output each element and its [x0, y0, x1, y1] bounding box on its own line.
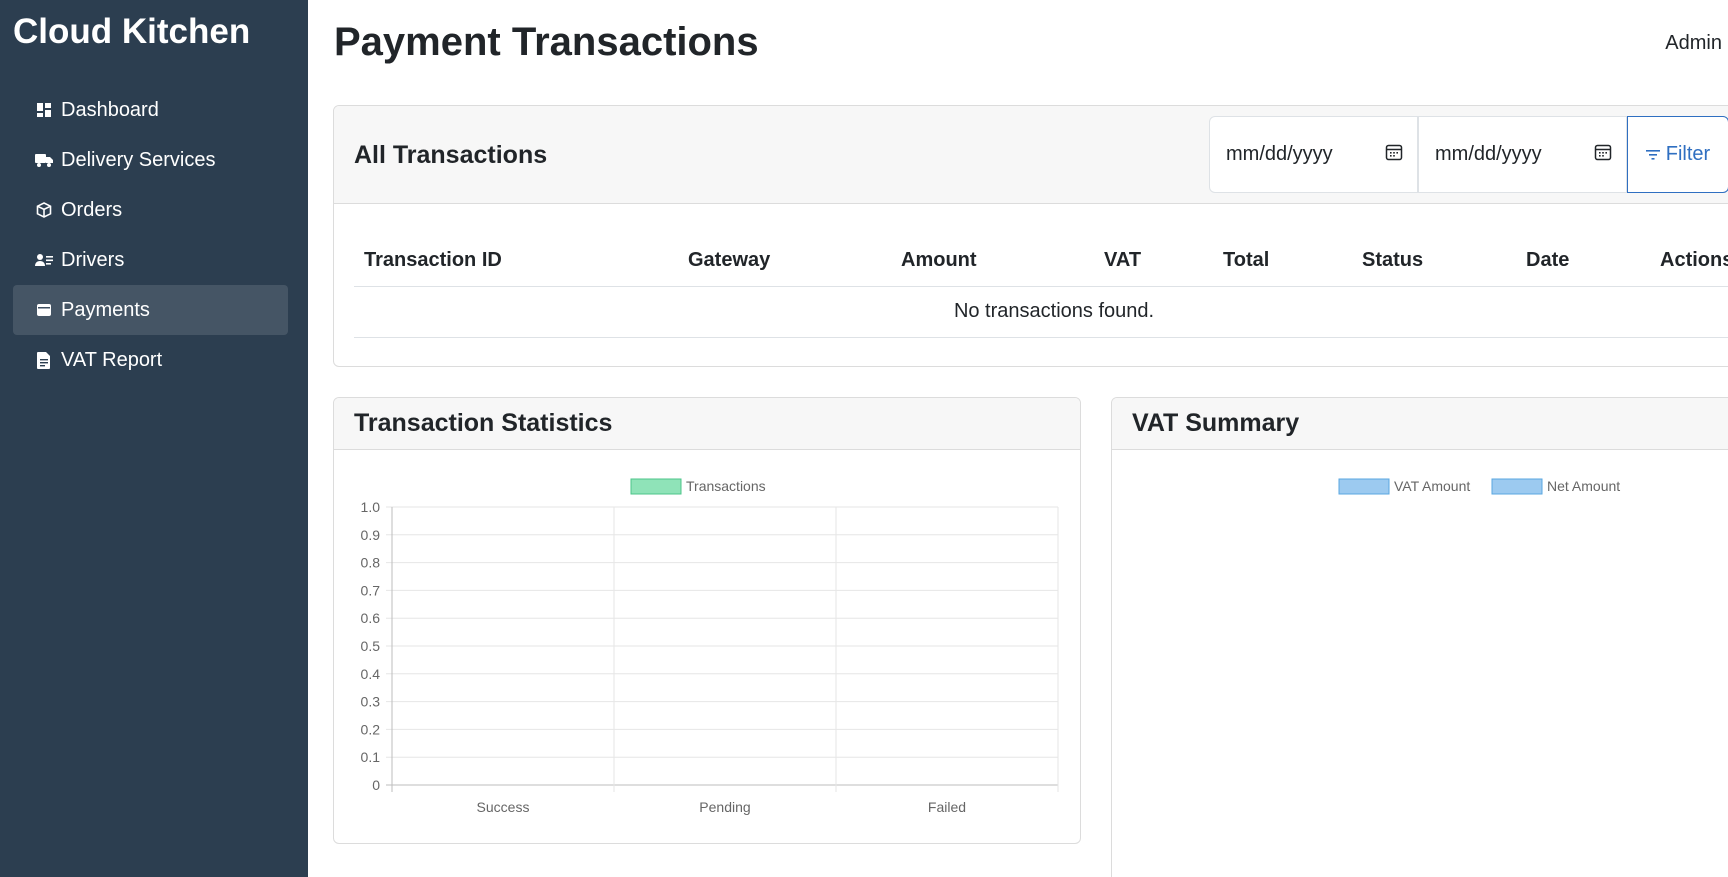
statistics-card-header: Transaction Statistics	[334, 398, 1080, 450]
sidebar-item-orders[interactable]: Orders	[13, 185, 288, 235]
dashboard-icon	[35, 101, 53, 119]
sidebar-item-label: VAT Report	[61, 348, 163, 371]
transactions-table: Transaction ID Gateway Amount VAT Total …	[354, 236, 1728, 338]
start-date-input[interactable]: mm/dd/yyyy	[1209, 116, 1418, 193]
vat-summary-chart: VAT Amount Net Amount	[1338, 478, 1620, 495]
truck-icon	[35, 151, 53, 169]
sidebar-nav: Dashboard Delivery Services Orders Drive…	[13, 85, 288, 385]
legend-swatch-transactions	[630, 478, 682, 495]
empty-state-message: No transactions found.	[354, 286, 1728, 338]
transaction-statistics-card: Transaction Statistics Transactions 1.0 0.…	[333, 397, 1081, 844]
end-date-input[interactable]: mm/dd/yyyy	[1418, 116, 1627, 193]
column-header-gateway[interactable]: Gateway	[678, 236, 891, 287]
column-header-transaction-id[interactable]: Transaction ID	[354, 236, 678, 287]
page-title: Payment Transactions	[334, 20, 759, 64]
column-header-actions: Actions	[1650, 236, 1728, 287]
sidebar-item-label: Drivers	[61, 248, 125, 271]
y-tick-label: 0.3	[361, 694, 381, 710]
sidebar-item-delivery-services[interactable]: Delivery Services	[13, 135, 288, 185]
calendar-icon[interactable]	[1594, 143, 1612, 167]
x-tick-label: Failed	[928, 799, 966, 815]
y-tick-label: 0.4	[361, 666, 381, 682]
y-tick-label: 0.5	[361, 638, 381, 654]
y-tick-label: 0.6	[361, 610, 381, 626]
column-header-amount[interactable]: Amount	[891, 236, 1094, 287]
wallet-icon	[35, 301, 53, 319]
legend-label-net-amount: Net Amount	[1547, 478, 1620, 494]
transactions-card-title: All Transactions	[354, 141, 548, 169]
legend-label-transactions: Transactions	[686, 478, 766, 494]
x-tick-label: Success	[477, 799, 530, 815]
legend-swatch-net-amount	[1491, 478, 1543, 495]
transactions-card-header: All Transactions mm/dd/yyyy mm/dd/yyyy F…	[334, 106, 1728, 204]
end-date-placeholder: mm/dd/yyyy	[1435, 143, 1542, 165]
y-tick-label: 0.1	[361, 749, 381, 765]
sidebar-item-payments[interactable]: Payments	[13, 285, 288, 335]
sidebar-item-dashboard[interactable]: Dashboard	[13, 85, 288, 135]
sidebar-item-label: Dashboard	[61, 98, 159, 121]
column-header-status[interactable]: Status	[1352, 236, 1516, 287]
statistics-card-title: Transaction Statistics	[354, 409, 613, 437]
vat-summary-card-header: VAT Summary	[1112, 398, 1728, 450]
sidebar: Cloud Kitchen Dashboard Delivery Service…	[0, 0, 308, 877]
sidebar-item-label: Payments	[61, 298, 150, 321]
table-row: No transactions found.	[354, 286, 1728, 338]
sidebar-item-drivers[interactable]: Drivers	[13, 235, 288, 285]
app-brand[interactable]: Cloud Kitchen	[13, 12, 250, 52]
x-tick-label: Pending	[699, 799, 750, 815]
user-menu[interactable]: Admin	[1665, 32, 1722, 55]
start-date-placeholder: mm/dd/yyyy	[1226, 143, 1333, 165]
legend-swatch-vat-amount	[1338, 478, 1390, 495]
column-header-date[interactable]: Date	[1516, 236, 1650, 287]
y-tick-label: 1.0	[361, 499, 381, 515]
box-icon	[35, 201, 53, 219]
transactions-card: All Transactions mm/dd/yyyy mm/dd/yyyy F…	[333, 105, 1728, 367]
y-tick-label: 0	[372, 777, 380, 793]
vat-summary-card-title: VAT Summary	[1132, 409, 1300, 437]
sidebar-item-label: Orders	[61, 198, 123, 221]
file-text-icon	[35, 351, 53, 369]
y-tick-label: 0.8	[361, 555, 381, 571]
sidebar-item-vat-report[interactable]: VAT Report	[13, 335, 288, 385]
sidebar-item-label: Delivery Services	[61, 148, 216, 171]
transaction-statistics-chart: Transactions 1.0 0.9 0.8 0.7 0.6 0.5 0.4 0.3 0.2 0…	[361, 478, 1059, 815]
main-content: Payment Transactions Admin All Transacti…	[308, 0, 1728, 877]
calendar-icon[interactable]	[1385, 143, 1403, 167]
filter-button[interactable]: Filter	[1627, 116, 1728, 193]
vat-summary-card: VAT Summary VAT Amount Net Amount	[1111, 397, 1728, 877]
filter-icon	[1645, 149, 1660, 160]
person-list-icon	[35, 251, 53, 269]
legend-label-vat-amount: VAT Amount	[1394, 478, 1470, 494]
column-header-vat[interactable]: VAT	[1094, 236, 1213, 287]
table-header-row: Transaction ID Gateway Amount VAT Total …	[354, 236, 1728, 287]
y-tick-label: 0.9	[361, 527, 381, 543]
y-tick-label: 0.7	[361, 582, 381, 598]
filter-button-label: Filter	[1665, 143, 1711, 165]
column-header-total[interactable]: Total	[1213, 236, 1352, 287]
date-filter-group: mm/dd/yyyy mm/dd/yyyy Filter	[1209, 116, 1728, 193]
y-tick-label: 0.2	[361, 721, 381, 737]
